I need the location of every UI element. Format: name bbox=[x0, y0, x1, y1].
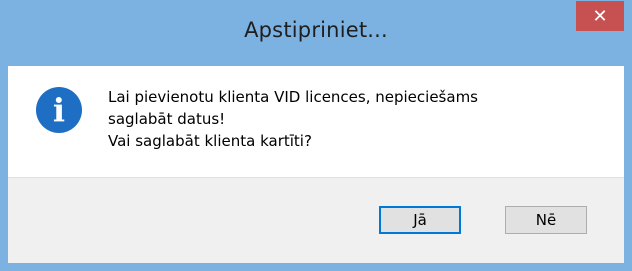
title-bar[interactable]: Apstipriniet... ✕ bbox=[0, 0, 632, 66]
no-button[interactable]: Nē bbox=[505, 206, 587, 234]
button-bar: Jā Nē bbox=[8, 177, 624, 263]
info-icon: i bbox=[36, 87, 82, 133]
message-text: Lai pievienotu klienta VID licences, nep… bbox=[108, 86, 608, 152]
message-line: Lai pievienotu klienta VID licences, nep… bbox=[108, 88, 478, 106]
close-icon: ✕ bbox=[592, 5, 608, 27]
yes-button[interactable]: Jā bbox=[379, 206, 461, 234]
confirm-dialog: Apstipriniet... ✕ i Lai pievienotu klien… bbox=[0, 0, 632, 271]
dialog-body: i Lai pievienotu klienta VID licences, n… bbox=[8, 66, 624, 263]
message-line: Vai saglabāt klienta kartīti? bbox=[108, 132, 312, 150]
message-line: saglabāt datus! bbox=[108, 110, 226, 128]
dialog-title: Apstipriniet... bbox=[244, 18, 388, 42]
message-area: i Lai pievienotu klienta VID licences, n… bbox=[8, 66, 624, 177]
close-button[interactable]: ✕ bbox=[576, 1, 624, 31]
